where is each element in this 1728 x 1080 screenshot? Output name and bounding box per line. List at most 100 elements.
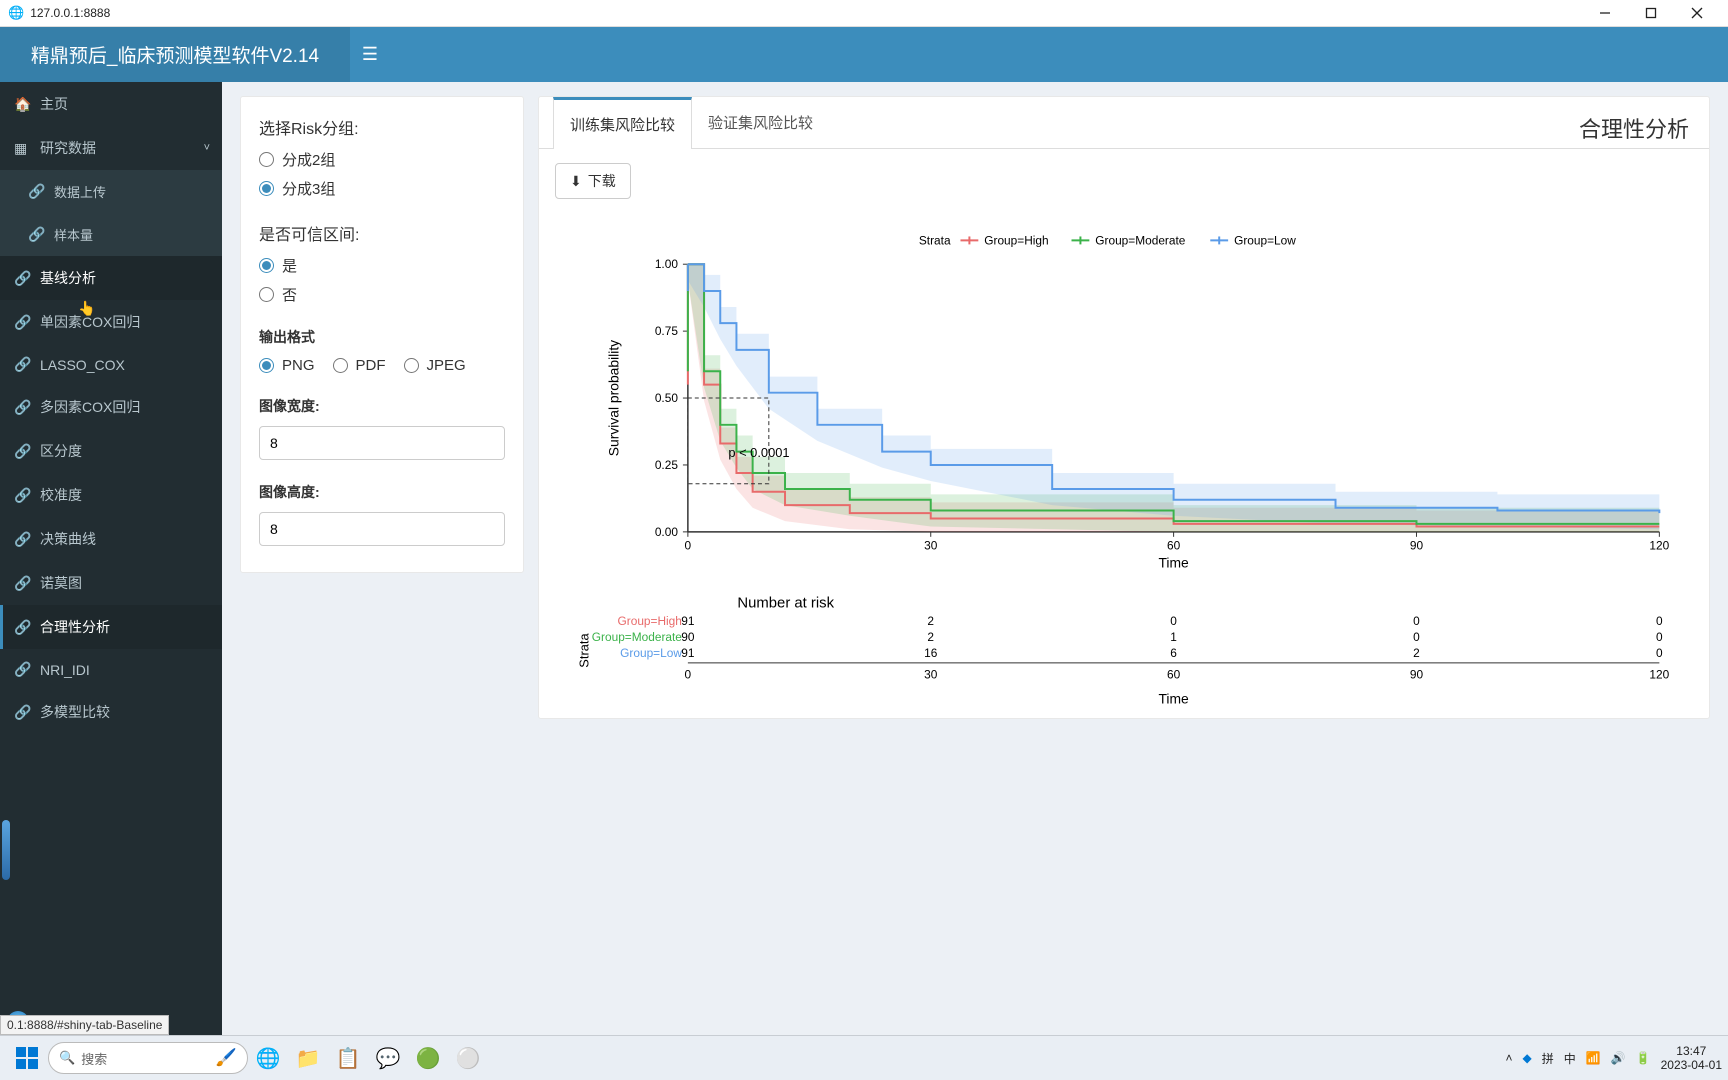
svg-text:Group=Low: Group=Low [1234,233,1296,247]
svg-text:Time: Time [1158,691,1189,707]
radio-ci-yes[interactable]: 是 [259,255,505,276]
svg-text:1: 1 [1170,630,1177,644]
ime-indicator[interactable]: 中 [1564,1050,1576,1067]
radio-label: JPEG [427,357,466,374]
format-label: 输出格式 [259,327,505,347]
sidebar-item-rationality[interactable]: 🔗合理性分析 [0,605,222,649]
sidebar-item-label: NRI_IDI [40,662,90,678]
url-text: 127.0.0.1:8888 [30,6,110,20]
tab-train[interactable]: 训练集风险比较 [553,97,692,149]
minimize-button[interactable] [1582,0,1628,27]
radio-png[interactable]: PNG [259,357,315,374]
sidebar-item-discrimination[interactable]: 🔗区分度 [0,429,222,473]
main: 🏠 主页 ▦ 研究数据 ˅ 🔗 数据上传 🔗 样本量 🔗 基线分析 👆 🔗单因素… [0,82,1728,1080]
width-label: 图像宽度: [259,396,505,416]
svg-text:0: 0 [1170,614,1177,628]
sidebar-item-label: 主页 [40,94,68,114]
risk-table: Number at riskGroup=High912000Group=Mode… [559,593,1699,708]
sidebar-item-label: 决策曲线 [40,529,96,549]
page-title: 合理性分析 [1579,102,1695,144]
radio-label: 分成3组 [282,178,335,199]
height-label: 图像高度: [259,482,505,502]
home-icon: 🏠 [14,96,32,113]
radio-g3[interactable]: 分成3组 [259,178,505,199]
taskbar-search[interactable]: 🔍 搜索 🖌️ [48,1042,248,1074]
svg-text:90: 90 [1410,668,1424,682]
svg-text:6: 6 [1170,646,1177,660]
sidebar-toggle[interactable]: ☰ [350,27,390,82]
sidebar-item-calibration[interactable]: 🔗校准度 [0,473,222,517]
task-notepad[interactable]: 📋 [328,1038,368,1078]
radio-ci-no[interactable]: 否 [259,284,505,305]
search-icon: 🔍 [59,1050,75,1066]
svg-text:Number at risk: Number at risk [737,595,834,611]
task-app1[interactable]: 🟢 [408,1038,448,1078]
battery-icon[interactable]: 🔋 [1636,1051,1651,1065]
task-edge[interactable]: 🌐 [248,1038,288,1078]
svg-text:16: 16 [924,646,938,660]
plot-area: 0.000.250.500.751.000306090120TimeSurviv… [539,213,1709,718]
radio-label: PDF [356,357,386,374]
sidebar-item-home[interactable]: 🏠 主页 [0,82,222,126]
radio-pdf[interactable]: PDF [333,357,386,374]
download-button[interactable]: ⬇ 下载 [555,163,631,199]
clock[interactable]: 13:47 2023-04-01 [1661,1044,1722,1073]
chevron-up-icon[interactable]: ˄ [1505,1051,1512,1065]
svg-text:0.00: 0.00 [655,525,679,539]
globe-icon: 🌐 [8,5,24,21]
height-input[interactable] [259,512,505,546]
radio-label: 否 [282,284,297,305]
sidebar-item-label: 区分度 [40,441,82,461]
radio-g2[interactable]: 分成2组 [259,149,505,170]
svg-text:1.00: 1.00 [655,257,679,271]
sidebar-item-nomogram[interactable]: 🔗诺莫图 [0,561,222,605]
maximize-button[interactable] [1628,0,1674,27]
sidebar-item-multimodel[interactable]: 🔗多模型比较 [0,690,222,734]
sidebar-item-label: 多因素COX回归 [40,397,140,417]
svg-text:Group=High: Group=High [984,233,1048,247]
sidebar-submenu-research: 🔗 数据上传 🔗 样本量 [0,170,222,256]
svg-text:60: 60 [1167,539,1181,553]
download-icon: ⬇ [570,173,582,190]
svg-text:0: 0 [1656,614,1663,628]
sidebar-item-label: 多模型比较 [40,702,110,722]
sidebar-item-multivariate-cox[interactable]: 🔗 多因素COX回归 [0,385,222,429]
pinyin-icon[interactable]: 拼 [1542,1050,1554,1067]
ci-label: 是否可信区间: [259,221,505,245]
radio-label: 分成2组 [282,149,335,170]
link-icon: 🔗 [14,356,32,373]
link-icon: 🔗 [14,314,32,331]
risk-group-label: 选择Risk分组: [259,115,505,139]
sidebar-item-baseline[interactable]: 🔗 基线分析 👆 [0,256,222,300]
sidebar-item-upload[interactable]: 🔗 数据上传 [0,170,222,213]
volume-icon[interactable]: 🔊 [1611,1051,1626,1065]
radio-label: PNG [282,357,315,374]
task-wechat[interactable]: 💬 [368,1038,408,1078]
sidebar-item-research[interactable]: ▦ 研究数据 ˅ [0,126,222,170]
task-explorer[interactable]: 📁 [288,1038,328,1078]
scroll-thumb[interactable] [2,820,10,880]
sidebar-item-lasso-cox[interactable]: 🔗 LASSO_COX [0,344,222,385]
close-button[interactable] [1674,0,1720,27]
svg-text:120: 120 [1649,668,1669,682]
task-app2[interactable]: ⚪ [448,1038,488,1078]
link-icon: 🔗 [14,399,32,416]
width-input[interactable] [259,426,505,460]
svg-text:0.75: 0.75 [655,324,679,338]
clock-time: 13:47 [1661,1044,1722,1058]
wifi-icon[interactable]: 📶 [1586,1051,1601,1065]
content: 选择Risk分组: 分成2组 分成3组 是否可信区间: 是 否 输出格式 PNG… [222,82,1728,1080]
start-button[interactable] [6,1039,48,1077]
svg-text:91: 91 [681,646,695,660]
sidebar-item-nri-idi[interactable]: 🔗NRI_IDI [0,649,222,690]
radio-jpeg[interactable]: JPEG [404,357,466,374]
sidebar-item-label: LASSO_COX [40,357,125,373]
sidebar-item-label: 研究数据 [40,138,96,158]
svg-text:0: 0 [685,539,692,553]
sidebar-item-dca[interactable]: 🔗决策曲线 [0,517,222,561]
sidebar-item-sample[interactable]: 🔗 样本量 [0,213,222,256]
tab-valid[interactable]: 验证集风险比较 [692,98,829,147]
tray-app-icon[interactable]: ◆ [1522,1051,1531,1065]
svg-text:Group=Moderate: Group=Moderate [1095,233,1186,247]
sidebar-item-univariate-cox[interactable]: 🔗单因素COX回归 [0,300,222,344]
